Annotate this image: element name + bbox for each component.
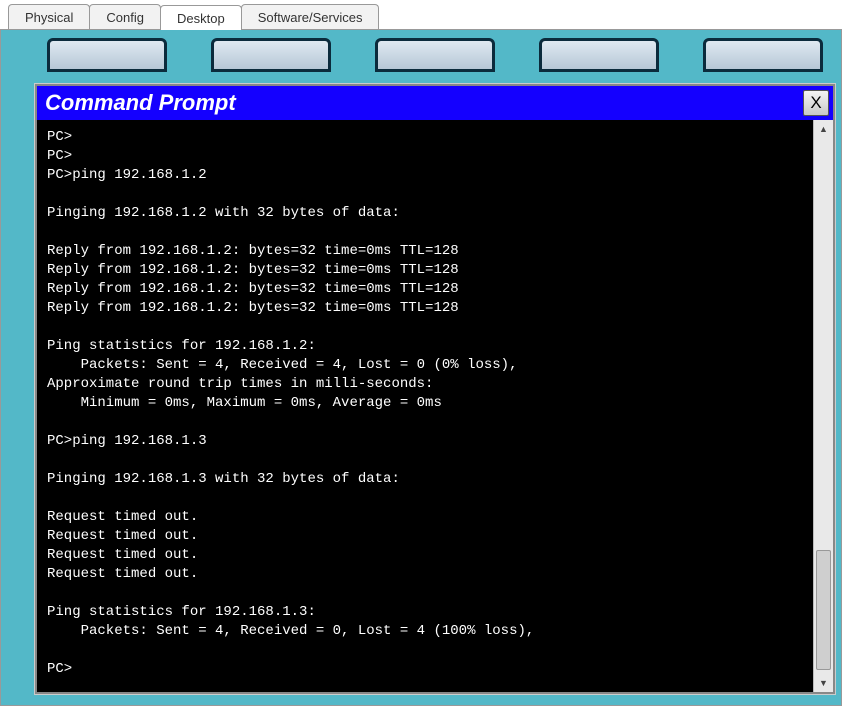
scroll-down-icon[interactable]: ▼ (814, 674, 833, 692)
close-button[interactable]: X (803, 90, 829, 116)
desktop-app-icon[interactable] (47, 38, 167, 72)
window-title: Command Prompt (45, 90, 236, 116)
command-prompt-window: Command Prompt X PC> PC> PC>ping 192.168… (35, 84, 835, 694)
app-window: Physical Config Desktop Software/Service… (0, 0, 842, 706)
tab-config[interactable]: Config (89, 4, 161, 29)
scrollbar[interactable]: ▲ ▼ (813, 120, 833, 692)
scrollbar-thumb[interactable] (816, 550, 831, 670)
desktop-pane: Command Prompt X PC> PC> PC>ping 192.168… (0, 30, 842, 706)
close-icon: X (810, 93, 821, 113)
tab-software-services[interactable]: Software/Services (241, 4, 380, 29)
desktop-app-icon[interactable] (539, 38, 659, 72)
desktop-app-icon[interactable] (375, 38, 495, 72)
desktop-app-icon[interactable] (211, 38, 331, 72)
desktop-icon-row (1, 30, 841, 72)
desktop-app-icon[interactable] (703, 38, 823, 72)
tab-desktop[interactable]: Desktop (160, 5, 242, 30)
command-prompt-titlebar[interactable]: Command Prompt X (37, 86, 833, 120)
scroll-up-icon[interactable]: ▲ (814, 120, 833, 138)
tab-physical[interactable]: Physical (8, 4, 90, 29)
terminal-output[interactable]: PC> PC> PC>ping 192.168.1.2 Pinging 192.… (37, 120, 813, 692)
main-tabbar: Physical Config Desktop Software/Service… (0, 0, 842, 30)
